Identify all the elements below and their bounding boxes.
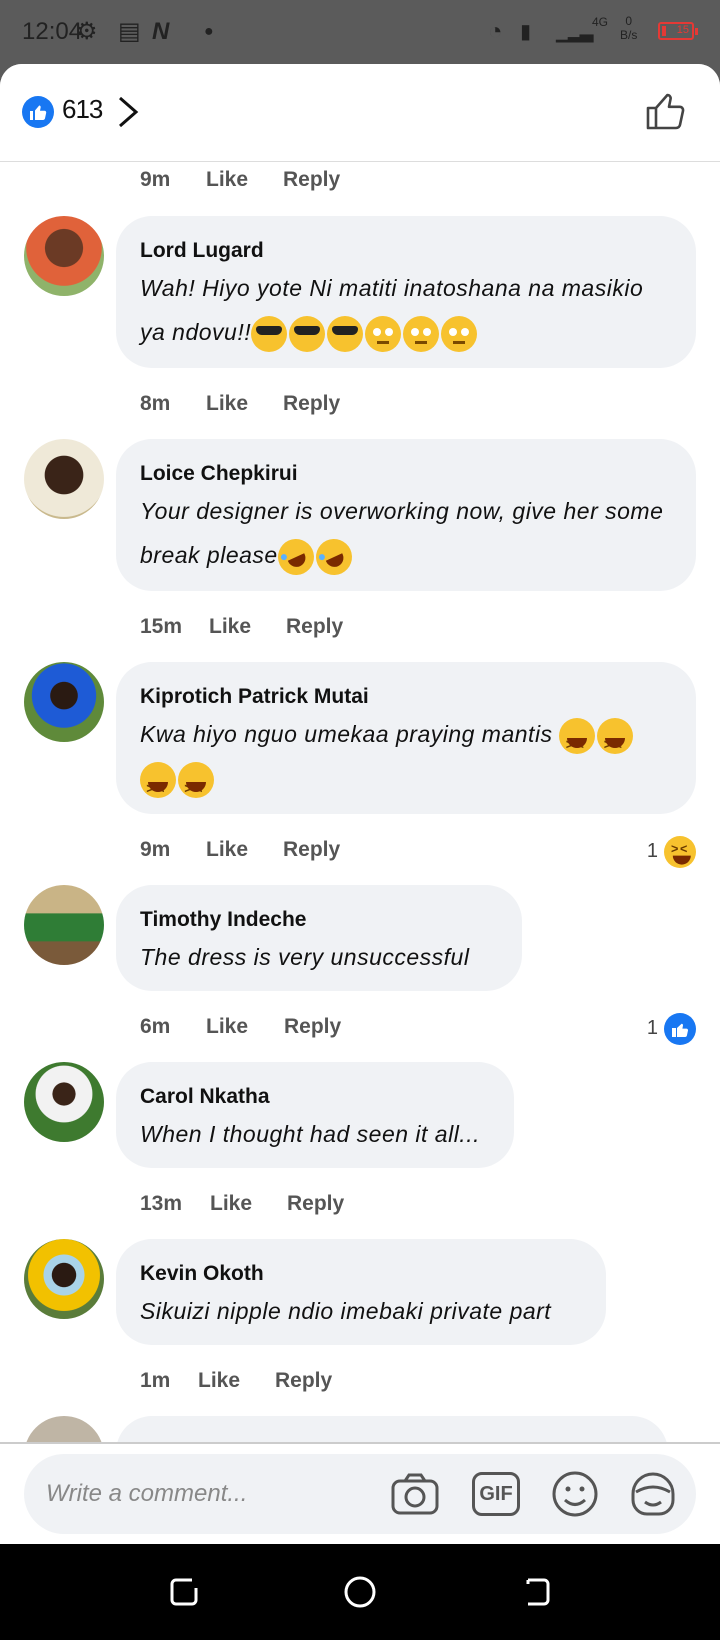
comment-author[interactable]: Timothy Indeche [140,905,498,935]
comment-time: 8m [140,392,171,415]
haha-reaction-icon [664,836,696,868]
comment-bubble[interactable]: Loice Chepkirui Your designer is overwor… [116,439,696,591]
news-icon: ▤ [118,18,141,45]
comments-sheet: 613 9m Like Reply Lord Lugard Wah! Hiyo … [0,64,720,1544]
battery-icon: 15 [658,22,698,40]
sheet-header: 613 [0,64,720,162]
avatar[interactable] [24,1062,104,1142]
comment-body: Kwa hiyo nguo umekaa praying mantis [140,721,553,747]
like-link[interactable]: Like [206,392,248,416]
avatar[interactable] [24,662,104,742]
comment-time: 6m [140,1015,171,1038]
sticker-icon[interactable] [628,1470,678,1518]
data-saver-icon: ◔ [488,18,503,45]
comment-text: Kwa hiyo nguo umekaa praying mantis [140,712,672,810]
comment-input[interactable] [46,1474,366,1514]
comment-text: When I thought had seen it all... [140,1121,480,1147]
comment-author[interactable]: Loice Chepkirui [140,459,672,489]
reaction-summary[interactable]: 1 [616,836,696,870]
comment-bubble[interactable]: Kiprotich Patrick Mutai Kwa hiyo nguo um… [116,662,696,814]
reply-link[interactable]: Reply [283,838,340,862]
avatar[interactable] [24,216,104,296]
status-time: 12:04 [22,18,83,45]
like-link[interactable]: Like [206,1015,248,1039]
sunglasses-emoji [327,315,364,352]
gif-icon[interactable]: GIF [472,1472,520,1516]
comment-list[interactable]: 9m Like Reply Lord Lugard Wah! Hiyo yote… [0,162,720,1446]
sunglasses-emoji [289,315,326,352]
comment-composer: GIF [0,1442,720,1544]
composer-box[interactable]: GIF [24,1454,696,1534]
eye-roll-emoji [365,315,402,352]
comment-author[interactable]: Carol Nkatha [140,1082,490,1112]
like-reaction-icon[interactable] [22,96,54,128]
comment-text: Sikuizi nipple ndio imebaki private part [140,1298,552,1324]
comment-time: 9m [140,168,171,191]
laughing-emoji [559,717,596,766]
comment-author[interactable]: Kiprotich Patrick Mutai [140,682,672,712]
comment-time: 1m [140,1369,171,1392]
home-icon[interactable] [342,1574,378,1610]
comment-time: 13m [140,1192,183,1215]
reply-link[interactable]: Reply [287,1192,344,1216]
comment-bubble[interactable]: Lord Lugard Wah! Hiyo yote Ni matiti ina… [116,216,696,368]
like-button-icon[interactable] [644,88,688,132]
reply-link[interactable]: Reply [283,392,340,416]
comment-body: Your designer is overworking now, give h… [140,498,664,568]
like-link[interactable]: Like [206,838,248,862]
net-speed-unit: B/s [620,28,638,42]
status-bar: 12:04 ⚙ ▤ N ● ◔ ▮ ▁▂▃ 4G 0 B/s 15 [0,0,720,64]
like-reaction-icon [664,1013,696,1045]
battery-level: 15 [676,24,689,36]
reaction-summary[interactable]: 1 [616,1013,696,1047]
avatar[interactable] [24,1239,104,1319]
laughing-emoji [597,717,634,766]
signal-icon: ▁▂▃ [556,22,594,42]
battery-fill [662,26,666,36]
chevron-right-icon[interactable] [112,92,148,132]
gear-icon: ⚙ [76,18,98,45]
rofl-emoji [271,533,320,581]
eye-roll-emoji [441,315,478,352]
system-nav-bar [0,1544,720,1640]
reply-link[interactable]: Reply [275,1369,332,1393]
reaction-count: 1 [646,840,658,862]
n-app-icon: N [152,18,170,45]
net-speed: 0 B/s [620,14,637,42]
comment-time: 9m [140,838,171,861]
rofl-emoji [309,533,358,581]
comment-text: Wah! Hiyo yote Ni matiti inatoshana na m… [140,266,672,354]
reaction-count: 1 [646,1017,658,1039]
sunglasses-emoji [251,315,288,352]
emoji-icon[interactable] [550,1470,600,1518]
laughing-emoji [140,761,176,810]
reply-link[interactable]: Reply [283,168,340,192]
comment-bubble[interactable]: Kevin Okoth Sikuizi nipple ndio imebaki … [116,1239,606,1345]
net-speed-value: 0 [625,14,633,28]
laughing-emoji [178,761,214,810]
back-icon[interactable] [518,1574,554,1610]
network-type: 4G [592,15,609,29]
comment-text: The dress is very unsuccessful [140,944,470,970]
comment-bubble[interactable]: Timothy Indeche The dress is very unsucc… [116,885,522,991]
avatar[interactable] [24,885,104,965]
reply-link[interactable]: Reply [286,615,343,639]
comment-text: Your designer is overworking now, give h… [140,489,672,581]
comment-bubble[interactable]: Carol Nkatha When I thought had seen it … [116,1062,514,1168]
reply-link[interactable]: Reply [284,1015,341,1039]
comment-time: 15m [140,615,183,638]
like-link[interactable]: Like [209,615,251,639]
comment-author[interactable]: Kevin Okoth [140,1259,582,1289]
like-count[interactable]: 613 [62,94,103,125]
like-link[interactable]: Like [210,1192,252,1216]
vibrate-icon: ▮ [520,21,532,43]
eye-roll-emoji [403,315,440,352]
camera-icon[interactable] [390,1470,440,1518]
recent-apps-icon[interactable] [166,1574,202,1610]
dot-icon: ● [204,23,214,40]
avatar[interactable] [24,439,104,519]
like-link[interactable]: Like [206,168,248,192]
like-link[interactable]: Like [198,1369,240,1393]
comment-author[interactable]: Lord Lugard [140,236,672,266]
